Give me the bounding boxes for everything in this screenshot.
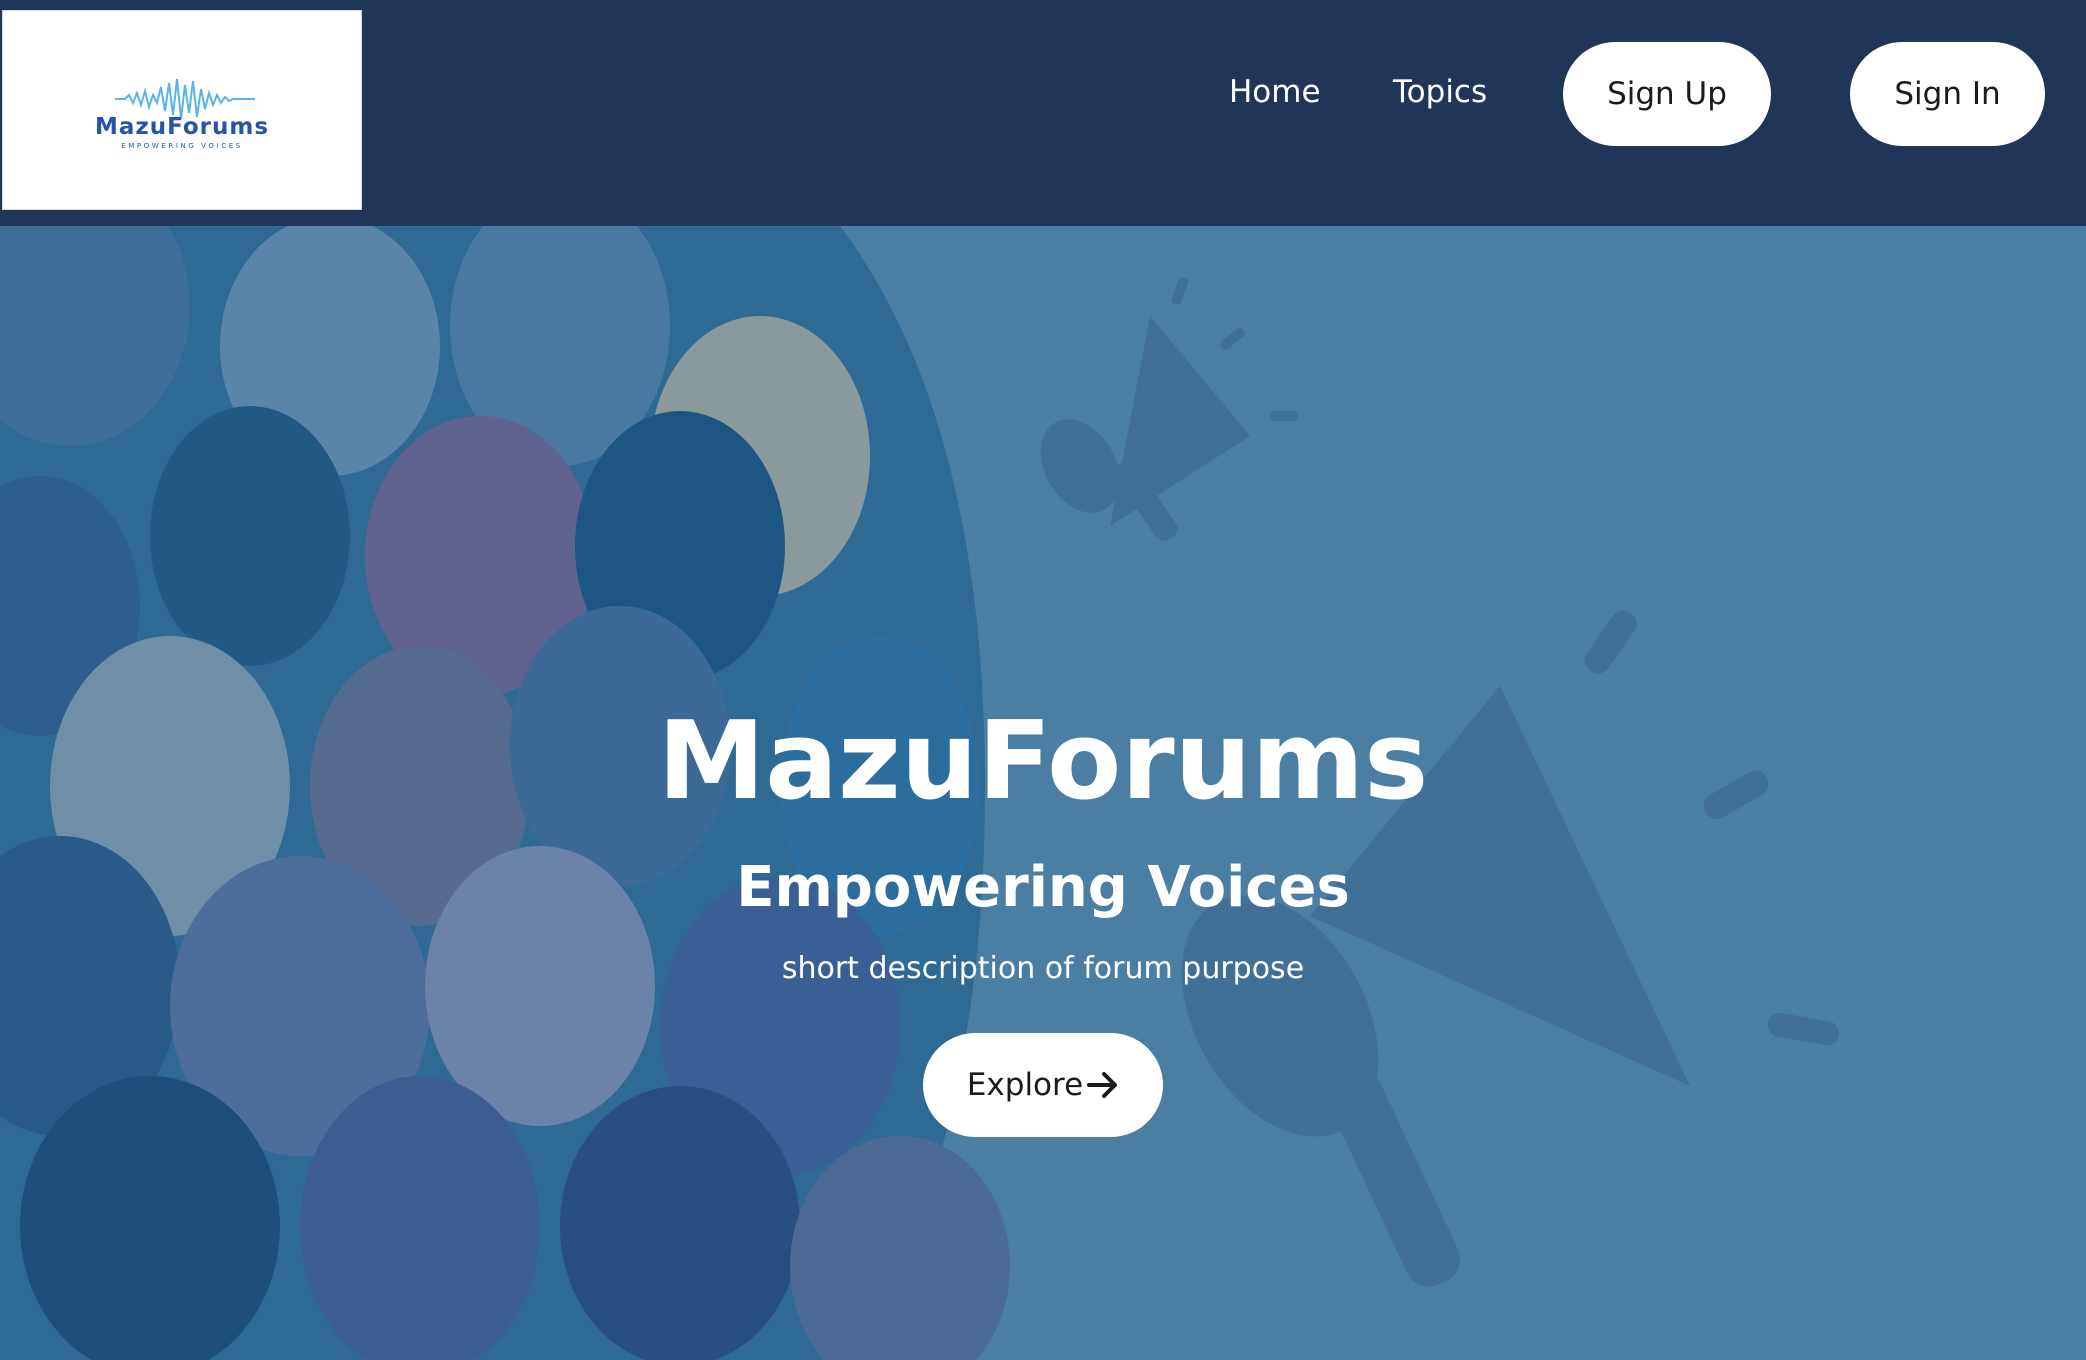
sign-up-label: Sign Up <box>1607 76 1727 112</box>
logo-tagline: EMPOWERING VOICES <box>121 142 243 150</box>
nav-topics-link[interactable]: Topics <box>1393 72 1487 112</box>
arrow-right-icon <box>1087 1072 1118 1098</box>
hero-description: short description of forum purpose <box>781 951 1305 986</box>
sign-in-button[interactable]: Sign In <box>1850 42 2045 146</box>
site-logo[interactable]: MazuForums EMPOWERING VOICES <box>2 10 362 210</box>
hero-subtitle: Empowering Voices <box>736 855 1350 920</box>
hero-title: MazuForums <box>657 699 1429 824</box>
logo-name: MazuForums <box>94 114 270 140</box>
nav-home-link[interactable]: Home <box>1229 72 1321 112</box>
explore-label: Explore <box>966 1067 1084 1103</box>
explore-button[interactable]: Explore <box>923 1033 1163 1137</box>
sign-up-button[interactable]: Sign Up <box>1563 42 1771 146</box>
top-navbar: MazuForums EMPOWERING VOICES Home Topics… <box>0 0 2086 226</box>
hero-section: MazuForums Empowering Voices short descr… <box>0 226 2086 1360</box>
sign-in-label: Sign In <box>1894 76 2001 112</box>
